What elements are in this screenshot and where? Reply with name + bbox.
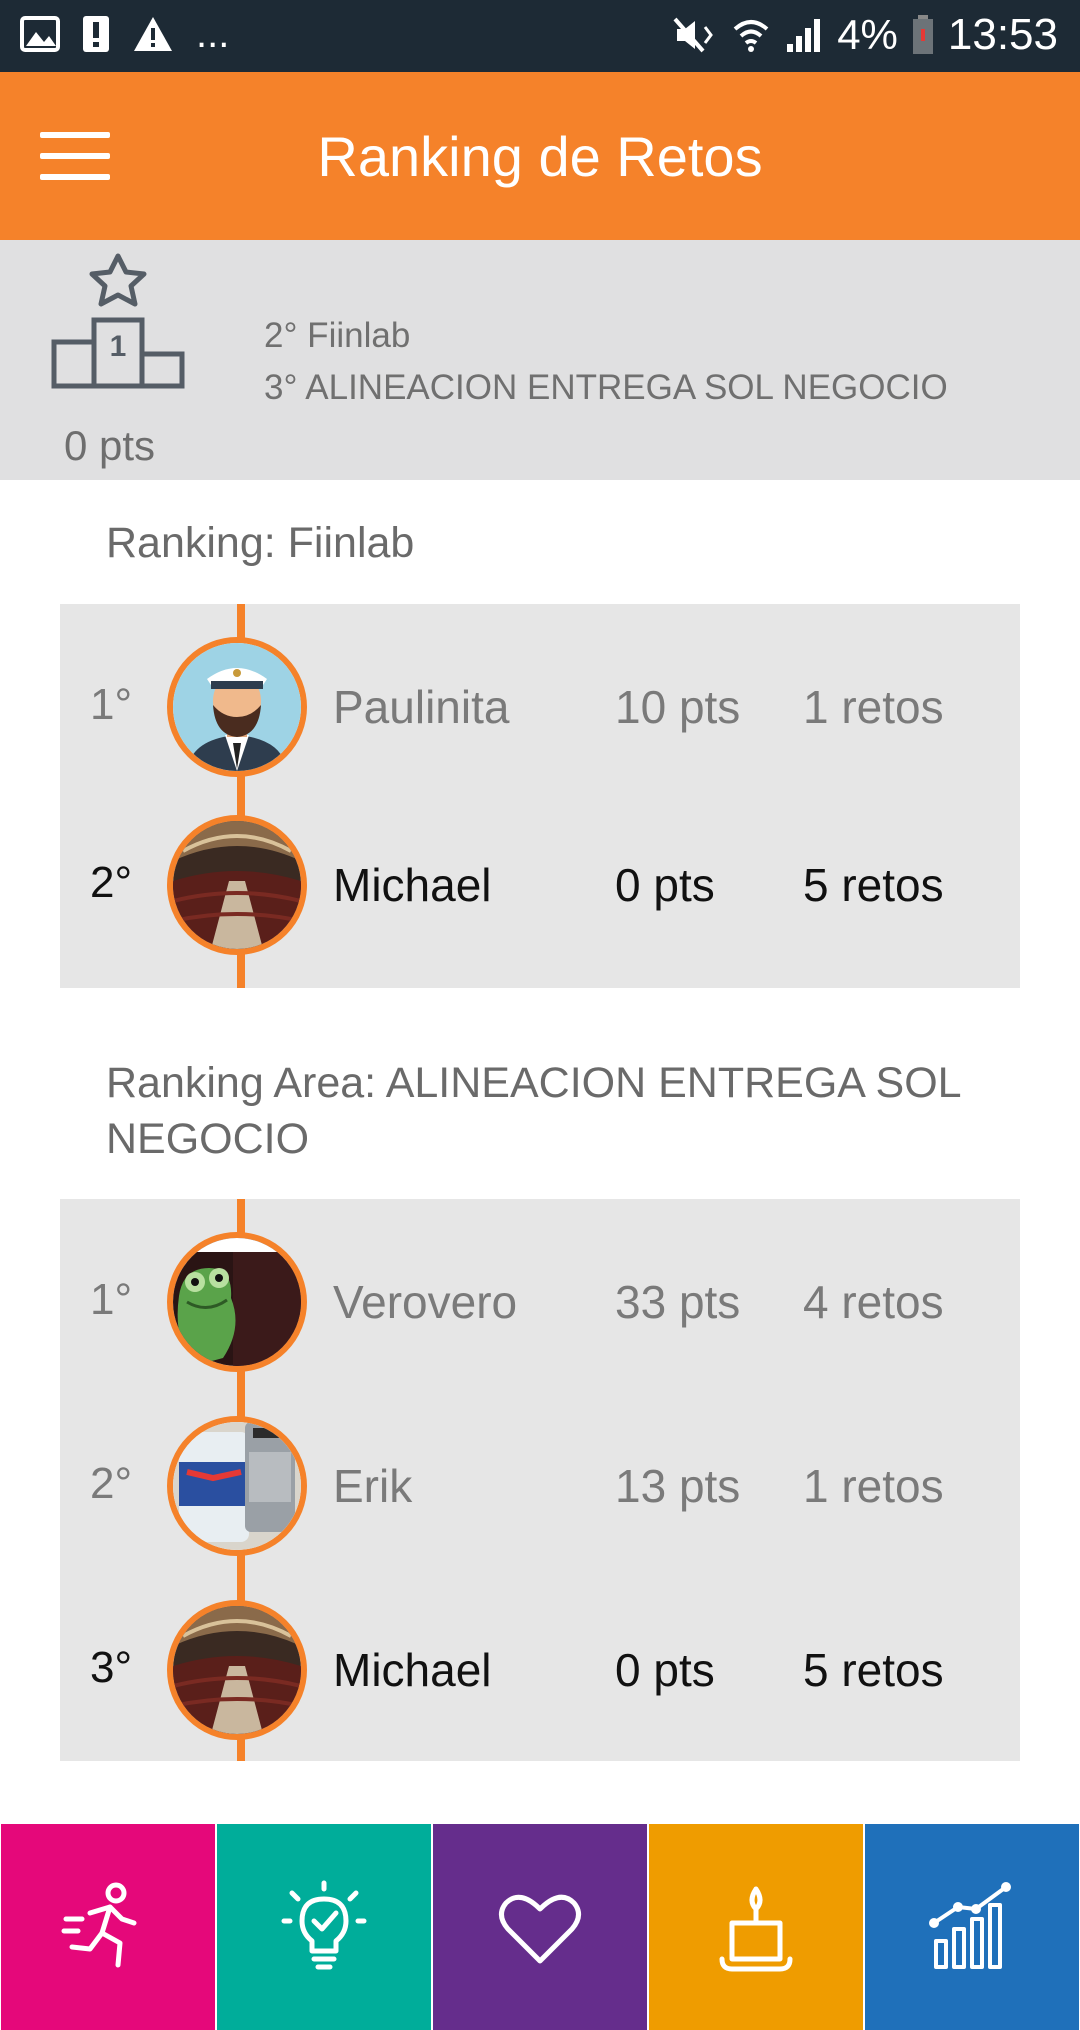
player-name: Michael — [333, 1644, 492, 1696]
alert-file-icon — [83, 16, 109, 52]
player-challenges: 1 retos — [803, 1460, 944, 1512]
growth-chart-icon — [929, 1882, 1011, 1969]
page-title: Ranking de Retos — [317, 125, 763, 188]
ranking-row[interactable]: 2° Erik 13 pts 1 retos — [60, 1411, 1020, 1561]
player-name: Paulinita — [333, 681, 510, 733]
ranking-row[interactable]: 1° Paulinita 10 pts 1 retos — [60, 632, 1020, 782]
bottom-navigation — [0, 1824, 1080, 2030]
more-notifications: ... — [196, 12, 230, 56]
captain-avatar — [167, 637, 307, 777]
summary-line: 2° Fiinlab — [264, 316, 411, 355]
player-challenges: 5 retos — [803, 859, 944, 911]
signal-icon — [787, 19, 821, 52]
theater-photo-avatar — [167, 815, 307, 955]
warning-icon — [134, 17, 172, 51]
battery-low-icon — [912, 15, 933, 54]
nav-celebrations-button[interactable] — [649, 1824, 863, 2030]
player-name: Erik — [333, 1460, 413, 1512]
candle-icon — [719, 1886, 793, 1972]
ranking-row-current-user[interactable]: 2° Michael 0 pts 5 retos — [60, 810, 1020, 960]
nav-challenges-button[interactable] — [1, 1824, 215, 2030]
summary-line: 3° ALINEACION ENTREGA SOL NEGOCIO — [264, 368, 948, 407]
rank-position: 2° — [90, 1459, 133, 1508]
running-person-icon — [61, 1882, 137, 1968]
ranking-row-current-user[interactable]: 3° Michael 0 pts 5 retos — [60, 1595, 1020, 1745]
player-points: 0 pts — [615, 859, 715, 911]
battery-percent: 4% — [837, 11, 898, 58]
my-ranking-summary: 1 0 pts 2° Fiinlab 3° ALINEACION ENTREGA… — [0, 240, 1080, 480]
frog-photo-avatar — [167, 1232, 307, 1372]
player-challenges: 1 retos — [803, 681, 944, 733]
player-points: 10 pts — [615, 681, 741, 733]
lightbulb-check-icon — [281, 1880, 367, 1970]
clock: 13:53 — [947, 10, 1058, 59]
rank-position: 3° — [90, 1643, 133, 1692]
app-bar: Ranking de Retos — [0, 72, 1080, 240]
player-name: Verovero — [333, 1276, 518, 1328]
rank-position: 2° — [90, 858, 133, 907]
cans-photo-avatar — [167, 1416, 307, 1556]
wifi-icon — [733, 20, 769, 52]
status-bar: ... 4% 13:53 — [0, 0, 1080, 72]
rank-position: 1° — [90, 680, 133, 729]
podium-icon: 1 — [51, 253, 185, 389]
rank-position: 1° — [90, 1275, 133, 1324]
section-title: Ranking Area: ALINEACION ENTREGA SOL NEG… — [106, 1059, 960, 1163]
theater-photo-avatar — [167, 1600, 307, 1740]
nav-stats-button[interactable] — [865, 1824, 1079, 2030]
player-name: Michael — [333, 859, 492, 911]
gallery-icon — [20, 16, 60, 52]
player-points: 0 pts — [615, 1644, 715, 1696]
nav-ideas-button[interactable] — [217, 1824, 431, 2030]
nav-favorites-button[interactable] — [433, 1824, 647, 2030]
mute-vibrate-icon — [673, 17, 714, 53]
ranking-row[interactable]: 1° Verovero 33 pts 4 retos — [60, 1227, 1020, 1377]
heart-icon — [499, 1894, 581, 1964]
player-challenges: 5 retos — [803, 1644, 944, 1696]
section-title: Ranking: Fiinlab — [106, 519, 415, 567]
player-points: 33 pts — [615, 1276, 741, 1328]
my-points: 0 pts — [64, 422, 156, 469]
player-challenges: 4 retos — [803, 1276, 944, 1328]
player-points: 13 pts — [615, 1460, 741, 1512]
svg-text:1: 1 — [110, 330, 127, 363]
ranking-card: 1° Paulinita 10 pts 1 retos 2° Michael 0… — [60, 604, 1020, 988]
ranking-card: 1° Verovero 33 pts 4 retos 2° Erik 13 pt… — [60, 1199, 1020, 1761]
